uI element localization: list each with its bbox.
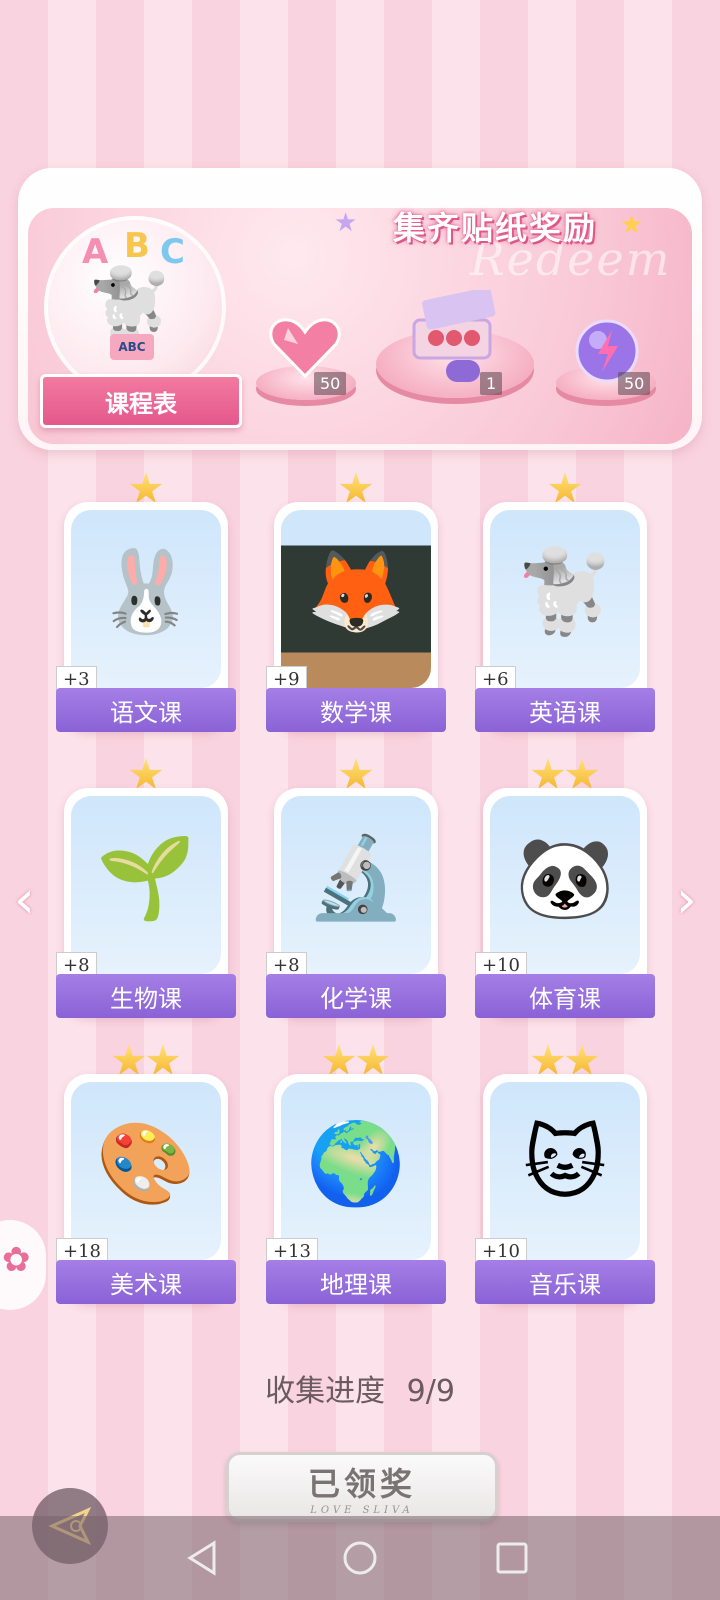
sparkle-star-icon: ★ <box>334 208 358 238</box>
reward-count: 1 <box>480 372 503 395</box>
card-label: 化学课 <box>266 974 446 1018</box>
star-rating-icon <box>565 1044 599 1075</box>
gift-box-icon[interactable] <box>406 287 498 366</box>
card-artwork: 🦊 <box>281 510 431 688</box>
star-rating-icon <box>146 1044 180 1075</box>
star-rating-icon <box>322 1044 356 1075</box>
card-artwork: 🐩 <box>490 510 640 688</box>
card-artwork: 🐱 <box>490 1082 640 1260</box>
star-rating-icon <box>112 1044 146 1075</box>
star-rating-icon <box>339 758 373 789</box>
rabbit-calligraphy-icon: 🐰 <box>96 545 196 638</box>
card-artwork: 🐼 <box>490 796 640 974</box>
poodle-icon: 🐩 <box>86 264 174 346</box>
collection-progress: 收集进度 9/9 <box>0 1366 720 1410</box>
nav-home-icon[interactable] <box>342 1540 378 1576</box>
star-rating-icon <box>129 758 163 789</box>
claim-button-label: 已领奖 <box>307 1464 416 1503</box>
star-rating-icon <box>339 472 373 503</box>
reward-count: 50 <box>314 372 347 395</box>
card-label: 体育课 <box>475 974 655 1018</box>
nav-recents-icon[interactable] <box>496 1542 528 1574</box>
next-page-arrow[interactable]: › <box>676 870 697 930</box>
poodle-abc-icon: 🐩 <box>515 545 615 638</box>
fox-teacher-icon: 🦊 <box>306 545 406 638</box>
coin-stack-icon <box>446 360 480 382</box>
star-rating-icon <box>356 1044 390 1075</box>
card-label: 数学课 <box>266 688 446 732</box>
fan-icon: ✿ <box>2 1240 31 1280</box>
schedule-letter-b: B <box>124 226 150 266</box>
card-artwork: 🔬 <box>281 796 431 974</box>
star-rating-icon <box>548 472 582 503</box>
card-artwork: 🌍 <box>281 1082 431 1260</box>
card-label: 英语课 <box>475 688 655 732</box>
sparkle-star-icon: ★ <box>620 210 644 240</box>
card-artwork: 🎨 <box>71 1082 221 1260</box>
panda-pingpong-icon: 🐼 <box>515 831 615 924</box>
globe-icon: 🌍 <box>306 1117 406 1210</box>
card-label: 语文课 <box>56 688 236 732</box>
star-rating-icon <box>129 472 163 503</box>
claim-button[interactable]: 已领奖 LOVE SLIVA <box>226 1452 498 1522</box>
prev-page-arrow[interactable]: ‹ <box>14 870 35 930</box>
star-rating-icon <box>531 758 565 789</box>
cat-keytar-icon: 🐱 <box>523 1117 607 1210</box>
star-rating-icon <box>565 758 599 789</box>
card-label: 音乐课 <box>475 1260 655 1304</box>
claim-button-subtext: LOVE SLIVA <box>310 1504 414 1516</box>
reward-count: 50 <box>618 372 651 395</box>
card-artwork: 🌱 <box>71 796 221 974</box>
card-artwork: 🐰 <box>71 510 221 688</box>
card-label: 美术课 <box>56 1260 236 1304</box>
star-rating-icon <box>531 1044 565 1075</box>
schedule-button[interactable]: 课程表 <box>40 374 242 428</box>
nav-back-icon[interactable] <box>186 1540 218 1576</box>
card-label: 地理课 <box>266 1260 446 1304</box>
schedule-book-icon: ABC <box>110 334 154 360</box>
microscope-icon: 🔬 <box>306 831 406 924</box>
sun-sprout-icon: 🌱 <box>96 831 196 924</box>
banner-title: 集齐贴纸奖励 <box>392 209 597 247</box>
card-label: 生物课 <box>56 974 236 1018</box>
progress-label: 收集进度 <box>265 1374 386 1409</box>
heart-gem-icon[interactable] <box>268 316 342 380</box>
cat-painter-icon: 🎨 <box>96 1117 196 1210</box>
progress-value: 9/9 <box>406 1374 455 1409</box>
